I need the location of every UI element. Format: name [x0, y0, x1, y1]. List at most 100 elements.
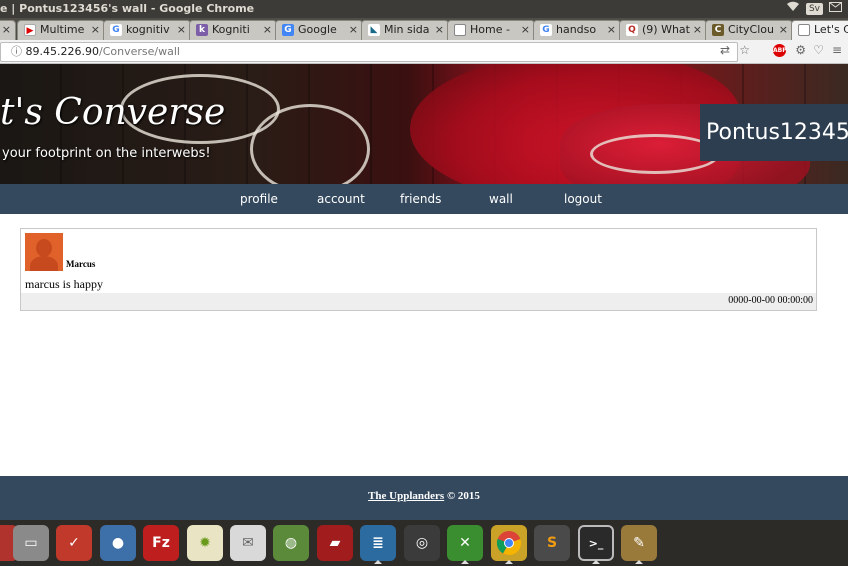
- running-indicator: [635, 560, 643, 564]
- post-timestamp: 0000-00-00 00:00:00: [728, 295, 813, 306]
- avatar[interactable]: [25, 233, 63, 271]
- mail-tray-icon[interactable]: [829, 0, 842, 18]
- browser-tab[interactable]: G kognitiv ×: [103, 20, 191, 40]
- tab-label: Kogniti: [212, 23, 250, 36]
- footer-copyright: © 2015: [444, 490, 480, 502]
- cityclou-icon: C: [712, 24, 724, 36]
- google-translate-icon: G: [282, 24, 294, 36]
- close-icon[interactable]: ×: [521, 21, 530, 39]
- post-author[interactable]: Marcus: [66, 259, 95, 269]
- close-icon[interactable]: ×: [693, 21, 702, 39]
- url-host: 89.45.226.90: [25, 45, 99, 58]
- browser-tab[interactable]: ×: [0, 20, 16, 40]
- tab-label: kognitiv: [126, 23, 170, 36]
- wifi-icon[interactable]: [786, 0, 800, 18]
- tab-label: (9) What: [642, 23, 690, 36]
- page-icon: [798, 24, 810, 36]
- close-icon[interactable]: ×: [177, 21, 186, 39]
- gimp-icon[interactable]: ✎: [621, 525, 657, 561]
- disk-icon[interactable]: ▭: [13, 525, 49, 561]
- avatar-head: [36, 239, 52, 257]
- close-icon[interactable]: ×: [2, 21, 11, 39]
- google-icon: G: [540, 24, 552, 36]
- post-message: marcus is happy: [25, 277, 103, 291]
- address-bar: ⓘ 89.45.226.90/Converse/wall ⇄ ☆ ABP ⚙ ♡…: [0, 40, 848, 64]
- url-field[interactable]: ⓘ 89.45.226.90/Converse/wall: [0, 42, 738, 62]
- chrome-icon[interactable]: [491, 525, 527, 561]
- avatar-body: [30, 256, 58, 271]
- mail-icon[interactable]: ✉: [230, 525, 266, 561]
- keyboard-layout-badge[interactable]: Sv: [805, 3, 823, 15]
- nav-account[interactable]: account: [317, 184, 365, 214]
- xmind-icon[interactable]: ✕: [447, 525, 483, 561]
- browser-tab[interactable]: Q (9) What ×: [619, 20, 707, 40]
- nav-wall[interactable]: wall: [489, 184, 513, 214]
- terminal-icon[interactable]: >_: [578, 525, 614, 561]
- star-icon[interactable]: ☆: [739, 43, 750, 57]
- username-box: Pontus123456: [700, 104, 848, 161]
- translate-icon[interactable]: ⇄: [720, 43, 730, 57]
- adblock-icon[interactable]: ABP: [773, 44, 787, 57]
- browser-tab[interactable]: G handso ×: [533, 20, 621, 40]
- google-icon: G: [110, 24, 122, 36]
- close-icon[interactable]: ×: [435, 21, 444, 39]
- running-indicator: [461, 560, 469, 564]
- nav-friends[interactable]: friends: [400, 184, 441, 214]
- site-tagline: your footprint on the interwebs!: [2, 146, 211, 161]
- main-nav: profile account friends wall logout: [0, 184, 848, 214]
- post-footer: 0000-00-00 00:00:00: [21, 293, 816, 310]
- browser-tab[interactable]: C CityClou ×: [705, 20, 793, 40]
- browser-tab[interactable]: Home - ×: [447, 20, 535, 40]
- writer-icon[interactable]: ≣: [360, 525, 396, 561]
- site-icon: ◣: [368, 24, 380, 36]
- tab-label: Google: [298, 23, 337, 36]
- browser-tab[interactable]: G Google ×: [275, 20, 363, 40]
- info-icon[interactable]: ⓘ: [11, 45, 26, 58]
- footer-text: The Upplanders © 2015: [0, 490, 848, 502]
- close-icon[interactable]: ×: [607, 21, 616, 39]
- footer-link[interactable]: The Upplanders: [368, 490, 444, 502]
- site-banner: t's Converse your footprint on the inter…: [0, 64, 848, 184]
- running-indicator: [592, 560, 600, 564]
- nav-logout[interactable]: logout: [564, 184, 602, 214]
- close-icon[interactable]: ×: [263, 21, 272, 39]
- browser-tab-active[interactable]: Let's Co: [791, 20, 848, 40]
- quora-icon: Q: [626, 24, 638, 36]
- document-icon: k: [196, 24, 208, 36]
- menu-icon[interactable]: ≡: [832, 43, 842, 57]
- filezilla-icon[interactable]: Fz: [143, 525, 179, 561]
- page-icon: [454, 24, 466, 36]
- window-title: e | Pontus123456's wall - Google Chrome: [0, 2, 255, 15]
- book-icon[interactable]: ▰: [317, 525, 353, 561]
- browser-tab[interactable]: ◣ Min sida ×: [361, 20, 449, 40]
- tab-label: Multime: [40, 23, 85, 36]
- browser-tab[interactable]: ▶ Multime ×: [17, 20, 105, 40]
- extension-icon[interactable]: ⚙: [795, 43, 806, 57]
- close-icon[interactable]: ×: [349, 21, 358, 39]
- url-path: /Converse/wall: [98, 45, 180, 58]
- close-icon[interactable]: ×: [779, 21, 788, 39]
- page-footer: The Upplanders © 2015: [0, 476, 848, 520]
- browser-tab[interactable]: k Kogniti ×: [189, 20, 277, 40]
- globe-icon[interactable]: ◍: [273, 525, 309, 561]
- site-title: t's Converse: [0, 92, 226, 133]
- shoelace-decoration: [250, 104, 370, 184]
- nav-profile[interactable]: profile: [240, 184, 278, 214]
- steam-icon[interactable]: ◎: [404, 525, 440, 561]
- droplet-icon[interactable]: ●: [100, 525, 136, 561]
- tab-label: handso: [556, 23, 597, 36]
- pocket-icon[interactable]: ♡: [813, 43, 824, 57]
- window-titlebar: e | Pontus123456's wall - Google Chrome …: [0, 0, 848, 18]
- sun-icon[interactable]: ✹: [187, 525, 223, 561]
- system-tray: Sv: [786, 0, 848, 18]
- settings-icon[interactable]: ✓: [56, 525, 92, 561]
- sublime-icon[interactable]: S: [534, 525, 570, 561]
- wall-post: Marcus marcus is happy 0000-00-00 00:00:…: [20, 228, 817, 311]
- close-icon[interactable]: ×: [91, 21, 100, 39]
- tab-strip: × ▶ Multime × G kognitiv × k Kogniti × G…: [0, 18, 848, 40]
- tab-label: Min sida: [384, 23, 430, 36]
- tab-label: Home -: [470, 23, 510, 36]
- tab-label: CityClou: [728, 23, 774, 36]
- running-indicator: [374, 560, 382, 564]
- launcher-dock: ▭ ✓ ● Fz ✹ ✉ ◍ ▰ ≣ ◎ ✕ S >_ ✎: [0, 520, 848, 566]
